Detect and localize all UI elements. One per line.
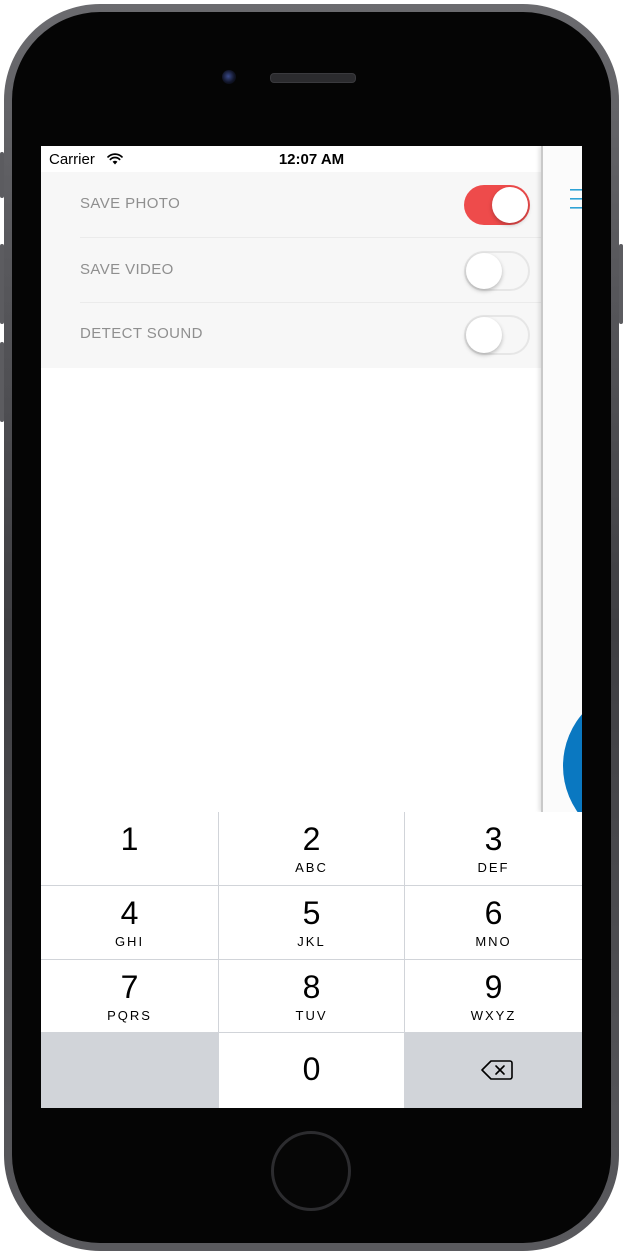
volume-up-button — [0, 244, 4, 324]
settings-drawer: SAVE PHOTO SAVE VIDEO DETECT SOUND — [41, 172, 541, 368]
status-time: 12:07 AM — [278, 151, 345, 168]
home-button[interactable] — [271, 1131, 351, 1211]
toggle-knob — [466, 253, 502, 289]
mute-switch — [0, 152, 4, 198]
key-digit: 6 — [484, 895, 503, 931]
key-letters: GHI — [114, 934, 145, 949]
toggle-knob — [466, 317, 502, 353]
key-6[interactable]: 6 MNO — [405, 886, 582, 959]
detect-sound-toggle[interactable] — [464, 315, 530, 355]
key-letters: ABC — [295, 860, 328, 875]
key-digit: 9 — [484, 969, 503, 1005]
key-5[interactable]: 5 JKL — [219, 886, 404, 959]
key-1[interactable]: 1 — [41, 812, 218, 885]
key-letters: PQRS — [107, 1008, 152, 1023]
hamburger-menu-icon[interactable] — [570, 187, 582, 211]
power-button — [619, 244, 623, 324]
key-letters: TUV — [295, 1008, 328, 1023]
key-letters: MNO — [475, 934, 512, 949]
key-digit: 5 — [302, 895, 321, 931]
key-letters: DEF — [477, 860, 510, 875]
key-digit: 1 — [120, 821, 139, 857]
key-digit: 2 — [302, 821, 321, 857]
key-2[interactable]: 2 ABC — [219, 812, 404, 885]
app-screen: Carrier 12:07 AM SAVE PHOTO SAVE VIDEO D… — [41, 146, 582, 1108]
save-photo-toggle[interactable] — [464, 185, 530, 225]
volume-down-button — [0, 342, 4, 422]
earpiece-speaker — [270, 73, 356, 83]
save-photo-label: SAVE PHOTO — [80, 195, 181, 212]
save-video-toggle[interactable] — [464, 251, 530, 291]
key-9[interactable]: 9 WXYZ — [405, 960, 582, 1032]
key-4[interactable]: 4 GHI — [41, 886, 218, 959]
key-letters: WXYZ — [470, 1008, 517, 1023]
delete-key[interactable] — [405, 1033, 582, 1108]
key-0[interactable]: 0 — [219, 1033, 404, 1108]
key-digit: 7 — [120, 969, 139, 1005]
numeric-keypad: 1 2 ABC 3 DEF 4 GHI 5 JKL 6 MNO 7 PQRS 8… — [41, 812, 582, 1108]
setting-row-save-video: SAVE VIDEO — [80, 238, 541, 303]
key-letters: JKL — [297, 934, 326, 949]
key-8[interactable]: 8 TUV — [219, 960, 404, 1032]
backspace-icon — [481, 1060, 513, 1080]
detect-sound-label: DETECT SOUND — [80, 325, 203, 342]
key-blank — [41, 1033, 218, 1108]
key-digit: 0 — [302, 1051, 321, 1087]
key-7[interactable]: 7 PQRS — [41, 960, 218, 1032]
front-camera — [222, 70, 236, 84]
record-button-partial[interactable] — [563, 686, 582, 812]
main-content-peek[interactable] — [541, 146, 582, 812]
key-digit: 3 — [484, 821, 503, 857]
key-3[interactable]: 3 DEF — [405, 812, 582, 885]
key-digit: 8 — [302, 969, 321, 1005]
key-digit: 4 — [120, 895, 139, 931]
setting-row-detect-sound: DETECT SOUND — [80, 302, 541, 366]
setting-row-save-photo: SAVE PHOTO — [80, 172, 541, 238]
toggle-knob — [492, 187, 528, 223]
save-video-label: SAVE VIDEO — [80, 261, 174, 278]
